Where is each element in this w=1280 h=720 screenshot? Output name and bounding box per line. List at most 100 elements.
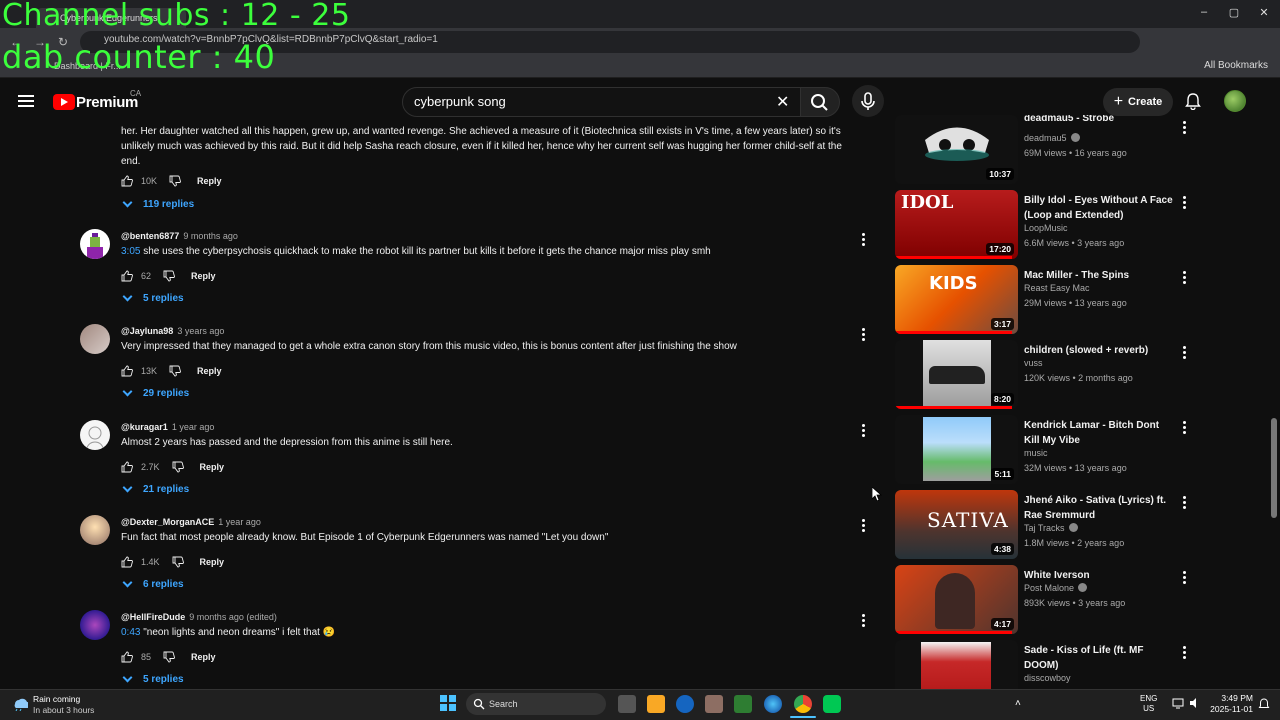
like-icon[interactable] [121,461,133,473]
view-replies-button[interactable]: 21 replies [122,482,189,495]
video-title[interactable]: Kendrick Lamar - Bitch Dont Kill My Vibe [1024,418,1176,448]
video-title[interactable]: Mac Miller - The Spins [1024,268,1176,283]
avatar[interactable] [80,229,110,259]
clear-search-icon[interactable]: ✕ [776,92,789,112]
youtube-premium-label[interactable]: Premium [76,94,138,111]
comment-menu-icon[interactable] [861,233,865,248]
like-icon[interactable] [121,651,133,663]
page-scrollbar[interactable] [1271,418,1277,518]
tray-overflow-icon[interactable]: ˄ [1015,698,1021,709]
notifications-bell-icon[interactable] [1185,92,1201,111]
video-menu-icon[interactable] [1183,346,1186,361]
video-title[interactable]: Billy Idol - Eyes Without A Face (Loop a… [1024,193,1176,223]
timestamp-link[interactable]: 3:05 [121,246,140,257]
video-thumbnail[interactable]: 10:37 [895,115,1018,184]
channel-name[interactable]: LoopMusic [1024,223,1068,233]
avatar[interactable] [80,610,110,640]
like-icon[interactable] [121,175,133,187]
search-button[interactable] [800,87,840,117]
system-clock[interactable]: 3:49 PM 2025-11-01 [1203,693,1253,715]
taskbar-search-box[interactable] [466,693,606,715]
video-thumbnail[interactable]: KIDS 3:17 [895,265,1018,334]
dislike-icon[interactable] [163,651,175,663]
video-thumbnail[interactable]: 8:20 [895,340,1018,409]
hamburger-menu-icon[interactable] [18,95,34,107]
comment-menu-icon[interactable] [861,328,865,343]
dislike-icon[interactable] [172,461,184,473]
video-thumbnail[interactable]: IDOL 17:20 [895,190,1018,259]
view-replies-button[interactable]: 119 replies [122,197,194,210]
weather-title[interactable]: Rain coming [33,694,80,704]
notification-center-icon[interactable] [1258,698,1270,710]
network-icon[interactable] [1172,697,1184,709]
edge-browser-icon[interactable] [764,695,782,713]
video-thumbnail[interactable]: 5:11 [895,415,1018,484]
video-thumbnail[interactable] [895,640,1018,689]
like-icon[interactable] [121,365,133,377]
search-input-value[interactable]: cyberpunk song [414,94,506,109]
recommendation-item[interactable]: IDOL 17:20 Billy Idol - Eyes Without A F… [895,190,1195,260]
comment-author[interactable]: @kuragar1 [121,422,168,432]
recommendation-item[interactable]: KIDS 3:17 Mac Miller - The Spins Reast E… [895,265,1195,335]
language-indicator[interactable]: ENG US [1140,694,1157,714]
app-icon[interactable] [734,695,752,713]
view-replies-button[interactable]: 5 replies [122,291,184,304]
comment-author[interactable]: @benten6877 [121,231,179,241]
volume-icon[interactable] [1189,697,1201,709]
video-menu-icon[interactable] [1183,196,1186,211]
video-menu-icon[interactable] [1183,571,1186,586]
avatar[interactable] [80,324,110,354]
reply-button[interactable]: Reply [191,271,216,281]
video-thumbnail[interactable]: SATIVA 4:38 [895,490,1018,559]
view-replies-button[interactable]: 5 replies [122,672,184,685]
comment-time[interactable]: 1 year ago [172,422,215,432]
comment-time[interactable]: 3 years ago [177,326,224,336]
comment-menu-icon[interactable] [861,614,865,629]
weather-subtitle[interactable]: In about 3 hours [33,705,94,715]
video-title[interactable]: White Iverson [1024,568,1176,583]
video-title[interactable]: children (slowed + reverb) [1024,343,1176,358]
timestamp-link[interactable]: 0:43 [121,627,140,638]
recommendation-item[interactable]: 4:17 White Iverson Post Malone 893K view… [895,565,1195,635]
task-view-icon[interactable] [618,695,636,713]
windows-start-icon[interactable] [440,695,456,711]
recommendation-item[interactable]: Sade - Kiss of Life (ft. MF DOOM) dissco… [895,640,1195,689]
reply-button[interactable]: Reply [197,176,222,186]
comment-menu-icon[interactable] [861,424,865,439]
recommendation-item[interactable]: 8:20 children (slowed + reverb) vuss 120… [895,340,1195,410]
maximize-icon[interactable]: ▢ [1226,6,1242,19]
like-icon[interactable] [121,270,133,282]
app-icon[interactable] [823,695,841,713]
like-icon[interactable] [121,556,133,568]
video-menu-icon[interactable] [1183,421,1186,436]
comment-author[interactable]: @Jayluna98 [121,326,173,336]
dislike-icon[interactable] [172,556,184,568]
chrome-browser-icon[interactable] [794,695,812,713]
recommendation-item[interactable]: SATIVA 4:38 Jhené Aiko - Sativa (Lyrics)… [895,490,1195,560]
account-avatar[interactable] [1224,90,1246,112]
youtube-logo-icon[interactable] [53,94,75,110]
store-icon[interactable] [676,695,694,713]
video-title[interactable]: Jhené Aiko - Sativa (Lyrics) ft. Rae Sre… [1024,493,1176,523]
video-menu-icon[interactable] [1183,646,1186,661]
comment-author[interactable]: @HellFireDude [121,612,185,622]
voice-search-button[interactable] [852,85,884,117]
video-menu-icon[interactable] [1183,271,1186,286]
reply-button[interactable]: Reply [200,557,225,567]
video-thumbnail[interactable]: 4:17 [895,565,1018,634]
channel-name[interactable]: Taj Tracks [1024,523,1078,533]
create-button[interactable]: + Create [1103,88,1173,116]
recommendation-item[interactable]: 10:37 deadmau5 - Strobe deadmau5 69M vie… [895,115,1195,185]
reply-button[interactable]: Reply [197,366,222,376]
app-icon[interactable] [705,695,723,713]
rain-cloud-icon[interactable] [12,695,28,711]
reply-button[interactable]: Reply [191,652,216,662]
channel-name[interactable]: disscowboy [1024,673,1071,683]
dislike-icon[interactable] [169,175,181,187]
channel-name[interactable]: deadmau5 [1024,133,1080,143]
comment-menu-icon[interactable] [861,519,865,534]
channel-name[interactable]: Reast Easy Mac [1024,283,1090,293]
view-replies-button[interactable]: 29 replies [122,386,189,399]
recommendation-item[interactable]: 5:11 Kendrick Lamar - Bitch Dont Kill My… [895,415,1195,485]
video-title[interactable]: deadmau5 - Strobe [1024,115,1176,126]
